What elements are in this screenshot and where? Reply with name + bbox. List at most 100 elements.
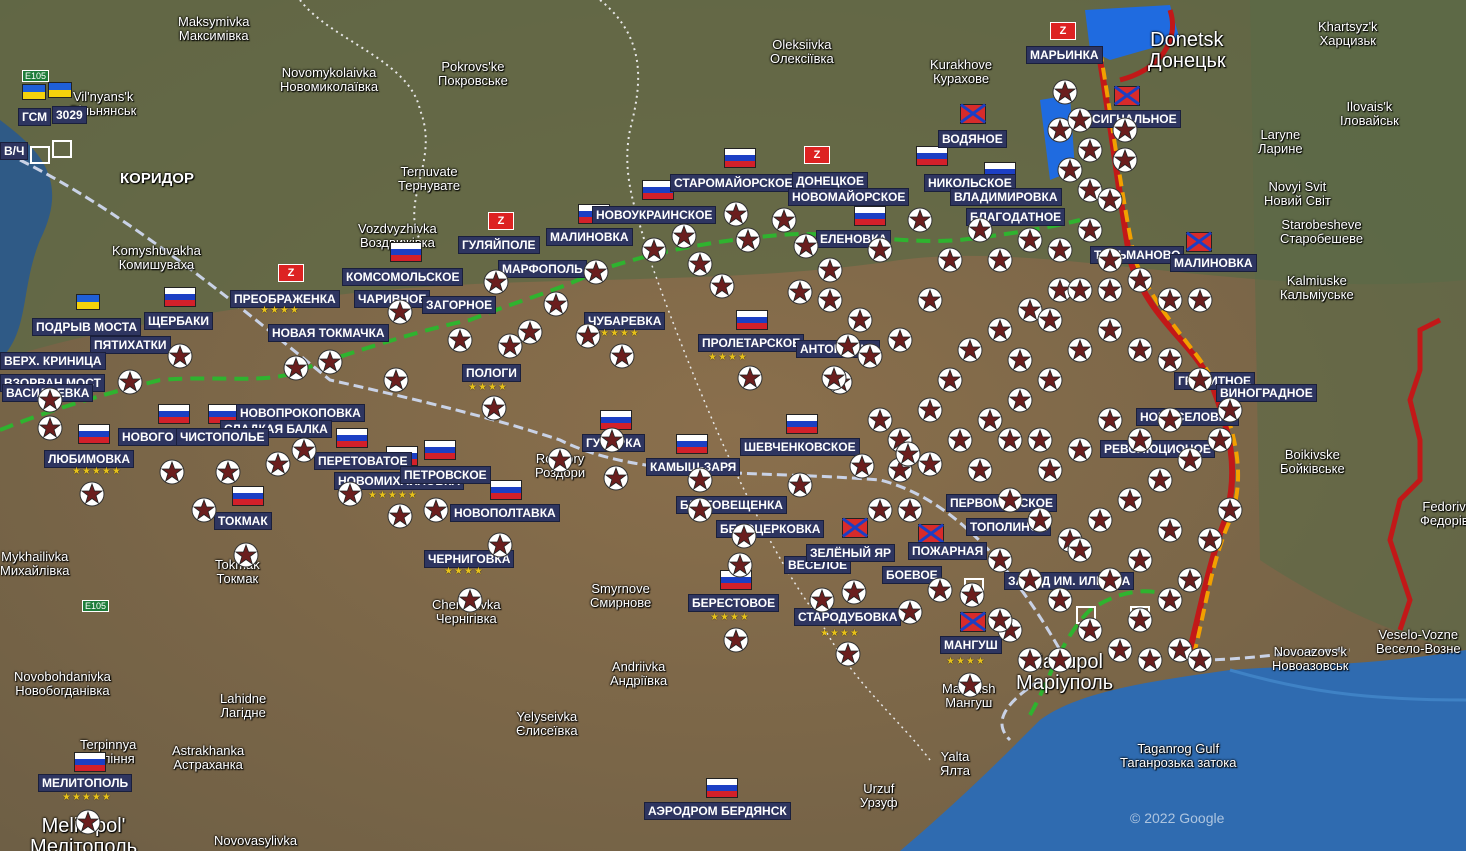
star-marker-icon[interactable] — [1187, 647, 1213, 673]
star-marker-icon[interactable] — [987, 607, 1013, 633]
star-marker-icon[interactable] — [1077, 217, 1103, 243]
settlement-label[interactable]: АЭРОДРОМ БЕРДЯНСК — [644, 802, 791, 820]
settlement-label[interactable]: ЧИСТОПОЛЬЕ — [176, 428, 269, 446]
star-marker-icon[interactable] — [609, 343, 635, 369]
star-marker-icon[interactable] — [727, 552, 753, 578]
dnr-flag[interactable] — [960, 612, 986, 632]
star-marker-icon[interactable] — [1007, 347, 1033, 373]
russia-flag[interactable] — [724, 148, 756, 168]
star-marker-icon[interactable] — [671, 223, 697, 249]
star-marker-icon[interactable] — [1087, 507, 1113, 533]
settlement-label[interactable]: ВЛАДИМИРОВКА — [950, 188, 1062, 206]
star-marker-icon[interactable] — [835, 641, 861, 667]
star-marker-icon[interactable] — [723, 201, 749, 227]
star-marker-icon[interactable] — [997, 487, 1023, 513]
star-marker-icon[interactable] — [1207, 427, 1233, 453]
star-marker-icon[interactable] — [1127, 547, 1153, 573]
star-marker-icon[interactable] — [1112, 117, 1138, 143]
settlement-label[interactable]: ЩЕРБАКИ — [144, 312, 214, 330]
star-marker-icon[interactable] — [543, 291, 569, 317]
star-marker-icon[interactable] — [1127, 337, 1153, 363]
star-marker-icon[interactable] — [1037, 307, 1063, 333]
settlement-label[interactable]: МАРФОПОЛЬ — [498, 260, 587, 278]
star-marker-icon[interactable] — [967, 457, 993, 483]
star-marker-icon[interactable] — [423, 497, 449, 523]
settlement-label[interactable]: ПЕРЕТОВАТОЕ — [314, 452, 412, 470]
star-marker-icon[interactable] — [737, 365, 763, 391]
hq-marker-icon[interactable] — [30, 146, 50, 164]
star-marker-icon[interactable] — [917, 287, 943, 313]
star-marker-icon[interactable] — [337, 481, 363, 507]
star-marker-icon[interactable] — [1007, 387, 1033, 413]
settlement-label[interactable]: НОВАЯ ТОКМАЧКА — [268, 324, 389, 342]
star-marker-icon[interactable] — [967, 217, 993, 243]
star-marker-icon[interactable] — [1157, 287, 1183, 313]
star-marker-icon[interactable] — [1017, 647, 1043, 673]
settlement-label[interactable]: ПОЖАРНАЯ — [908, 542, 988, 560]
star-marker-icon[interactable] — [1097, 317, 1123, 343]
star-marker-icon[interactable] — [849, 453, 875, 479]
star-marker-icon[interactable] — [599, 427, 625, 453]
settlement-label[interactable]: ЗАГОРНОЕ — [422, 296, 497, 314]
star-marker-icon[interactable] — [937, 247, 963, 273]
star-marker-icon[interactable] — [1112, 147, 1138, 173]
hq-marker-icon[interactable] — [52, 140, 72, 158]
russia-flag[interactable] — [916, 146, 948, 166]
settlement-label[interactable]: БЕРЕСТОВОЕ — [688, 594, 780, 612]
star-marker-icon[interactable] — [1097, 277, 1123, 303]
star-marker-icon[interactable] — [215, 459, 241, 485]
russia-flag[interactable] — [786, 414, 818, 434]
star-marker-icon[interactable] — [821, 365, 847, 391]
star-marker-icon[interactable] — [1117, 487, 1143, 513]
star-marker-icon[interactable] — [1067, 107, 1093, 133]
star-marker-icon[interactable] — [233, 542, 259, 568]
russia-flag[interactable] — [736, 310, 768, 330]
star-marker-icon[interactable] — [1067, 277, 1093, 303]
star-marker-icon[interactable] — [37, 415, 63, 441]
settlement-label[interactable]: ГУЛЯЙПОЛЕ — [458, 236, 540, 254]
star-marker-icon[interactable] — [809, 587, 835, 613]
star-marker-icon[interactable] — [897, 599, 923, 625]
settlement-label[interactable]: СТАРОМАЙОРСКОЕ — [670, 174, 797, 192]
star-marker-icon[interactable] — [1097, 187, 1123, 213]
star-marker-icon[interactable] — [1037, 367, 1063, 393]
star-marker-icon[interactable] — [1047, 237, 1073, 263]
settlement-label[interactable]: ВОДЯНОЕ — [938, 130, 1007, 148]
star-marker-icon[interactable] — [37, 387, 63, 413]
settlement-label[interactable]: ПОДРЫВ МОСТА — [32, 318, 142, 336]
star-marker-icon[interactable] — [1047, 587, 1073, 613]
star-marker-icon[interactable] — [1127, 427, 1153, 453]
star-marker-icon[interactable] — [817, 287, 843, 313]
star-marker-icon[interactable] — [1137, 647, 1163, 673]
star-marker-icon[interactable] — [1077, 617, 1103, 643]
star-marker-icon[interactable] — [847, 307, 873, 333]
star-marker-icon[interactable] — [1157, 407, 1183, 433]
dnr-flag[interactable] — [960, 104, 986, 124]
star-marker-icon[interactable] — [987, 547, 1013, 573]
star-marker-icon[interactable] — [641, 237, 667, 263]
star-marker-icon[interactable] — [787, 472, 813, 498]
star-marker-icon[interactable] — [959, 582, 985, 608]
star-marker-icon[interactable] — [387, 299, 413, 325]
star-marker-icon[interactable] — [709, 273, 735, 299]
settlement-label[interactable]: МАНГУШ — [940, 636, 1002, 654]
settlement-label[interactable]: МЕЛИТОПОЛЬ — [38, 774, 133, 792]
settlement-label[interactable]: НОВОПОЛТАВКА — [450, 504, 560, 522]
star-marker-icon[interactable] — [735, 227, 761, 253]
star-marker-icon[interactable] — [723, 627, 749, 653]
settlement-label[interactable]: НОВОМАЙОРСКОЕ — [788, 188, 910, 206]
russia-flag[interactable] — [232, 486, 264, 506]
z-flag[interactable]: Z — [1050, 22, 1076, 40]
star-marker-icon[interactable] — [1017, 567, 1043, 593]
star-marker-icon[interactable] — [575, 323, 601, 349]
dnr-flag[interactable] — [842, 518, 868, 538]
star-marker-icon[interactable] — [987, 317, 1013, 343]
settlement-label[interactable]: ШЕВЧЕНКОВСКОЕ — [740, 438, 860, 456]
star-marker-icon[interactable] — [907, 207, 933, 233]
star-marker-icon[interactable] — [987, 247, 1013, 273]
star-marker-icon[interactable] — [1177, 447, 1203, 473]
russia-flag[interactable] — [854, 206, 886, 226]
star-marker-icon[interactable] — [387, 503, 413, 529]
star-marker-icon[interactable] — [291, 437, 317, 463]
russia-flag[interactable] — [74, 752, 106, 772]
